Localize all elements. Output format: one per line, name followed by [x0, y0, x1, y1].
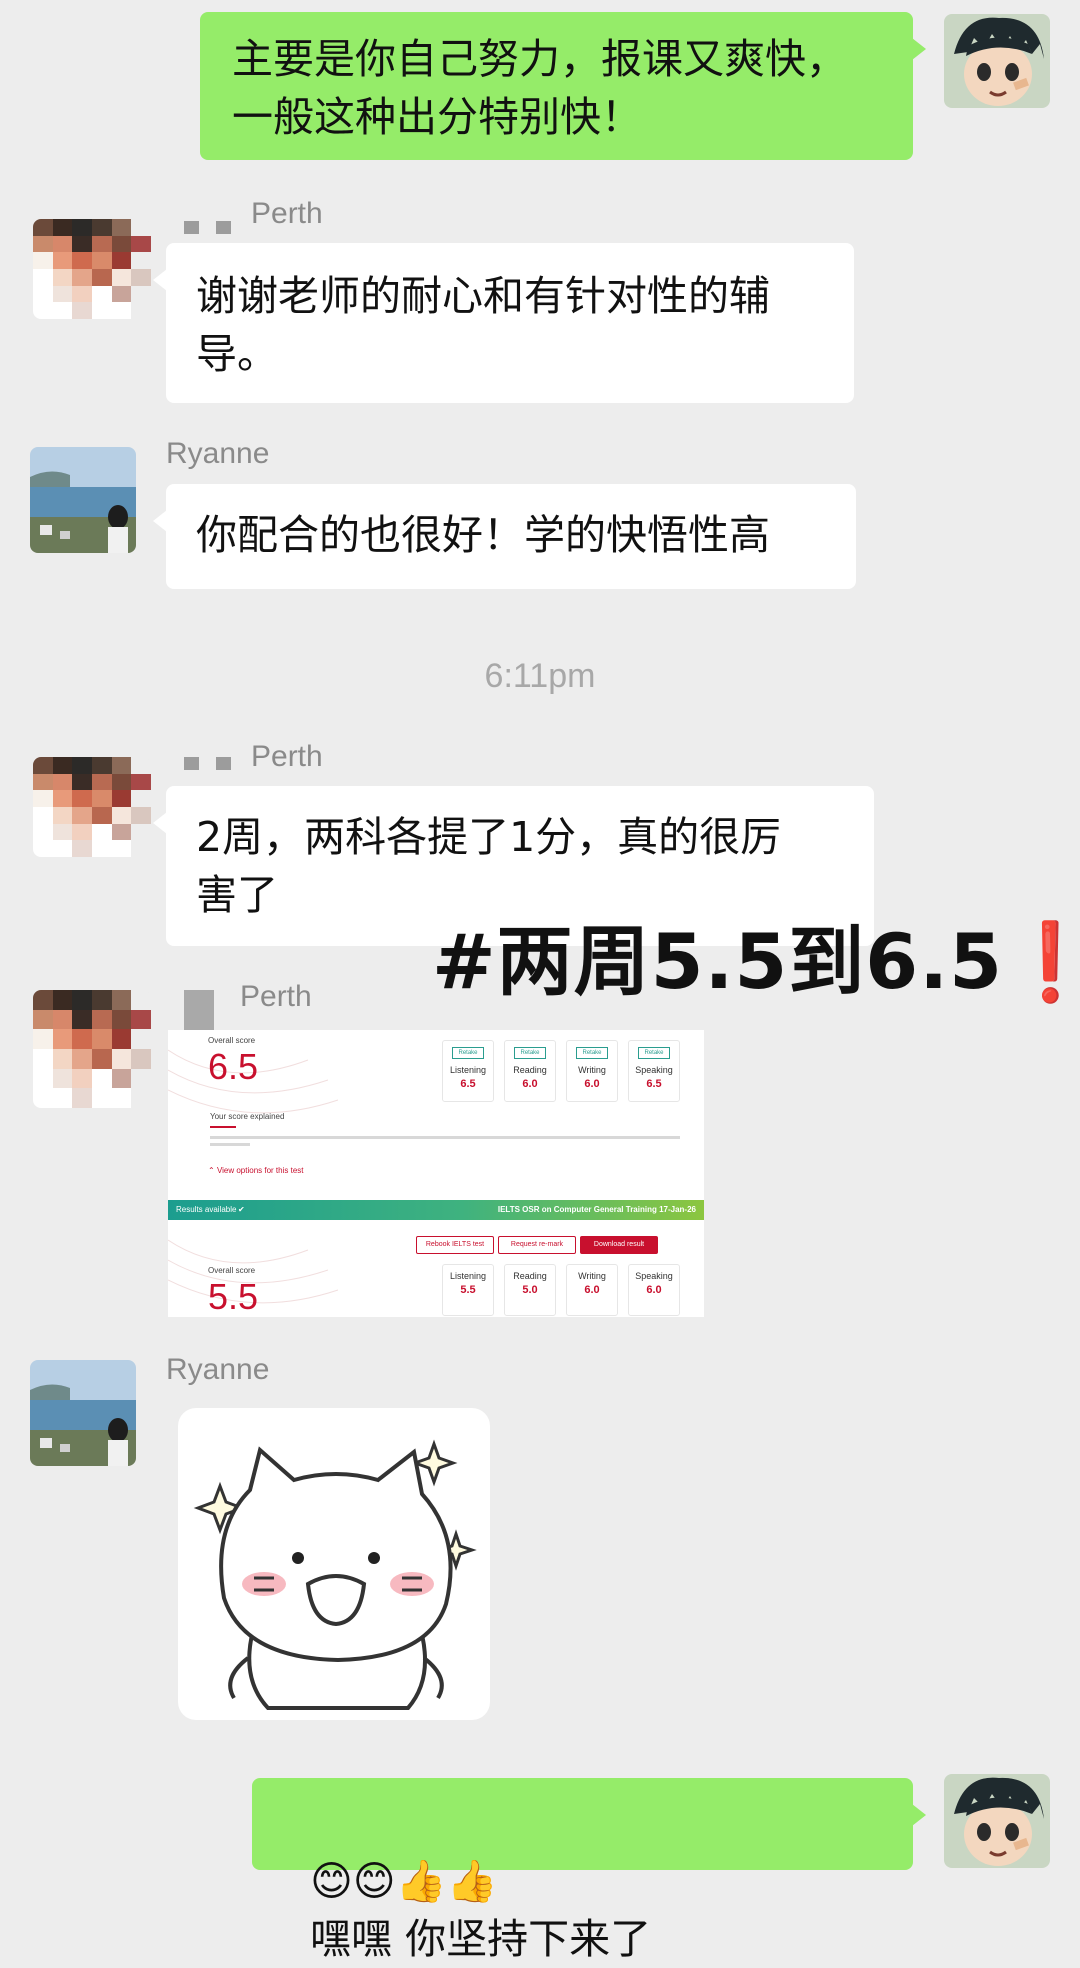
check-icon: ✔ — [238, 1205, 245, 1214]
sender-name: Perth — [251, 740, 323, 773]
sender-name: Ryanne — [166, 437, 270, 470]
chevron-up-icon: ⌃ — [208, 1166, 215, 1175]
divider — [210, 1126, 236, 1128]
download-result-button[interactable]: Download result — [580, 1236, 658, 1254]
my-avatar[interactable] — [944, 14, 1050, 108]
emoji-sequence: 😊😊👍👍 — [310, 1857, 498, 1905]
anime-boy-avatar-icon — [944, 14, 1050, 108]
rebook-button[interactable]: Rebook IELTS test — [416, 1236, 494, 1254]
skill-name: Writing — [578, 1271, 606, 1281]
skill-score: 5.0 — [522, 1284, 538, 1296]
ielts-result-screenshot[interactable]: Overall score 6.5 Retake Listening 6.5 R… — [168, 1030, 704, 1317]
retake-button[interactable]: Retake — [638, 1047, 670, 1059]
perth-avatar[interactable] — [33, 990, 151, 1108]
message-text: 嘿嘿 你坚持下来了 — [310, 1915, 652, 1963]
remark-button[interactable]: Request re-mark — [498, 1236, 576, 1254]
my-avatar[interactable] — [944, 1774, 1050, 1868]
skill-name: Speaking — [635, 1065, 673, 1075]
skill-score: 6.5 — [460, 1078, 476, 1090]
overlay-caption: #两周5.5到6.5❗ — [432, 900, 1080, 1010]
coastal-photo-avatar-icon — [30, 447, 136, 553]
overlay-caption-text: #两周5.5到6.5 — [432, 917, 1003, 1006]
skill-score: 6.5 — [646, 1078, 662, 1090]
pixel-mark-icon — [216, 757, 231, 770]
score-explained-heading: Your score explained — [210, 1112, 285, 1121]
score-speaking: Speaking 6.0 — [628, 1264, 680, 1316]
score-listening: Retake Listening 6.5 — [442, 1040, 494, 1102]
skill-score: 6.0 — [584, 1078, 600, 1090]
explanation-text-placeholder — [210, 1136, 680, 1139]
pixel-mark-icon — [184, 990, 214, 1030]
overall-score-value: 5.5 — [208, 1276, 259, 1317]
ryanne-avatar[interactable] — [30, 447, 136, 553]
overall-score-label: Overall score — [208, 1036, 256, 1045]
timestamp: 6:11pm — [484, 657, 596, 695]
pixel-mark-icon — [216, 221, 231, 234]
skill-score: 5.5 — [460, 1284, 476, 1296]
skill-name: Reading — [513, 1271, 547, 1281]
my-message-bubble[interactable]: 😊😊👍👍 嘿嘿 你坚持下来了 — [252, 1778, 926, 1963]
score-listening: Listening 5.5 — [442, 1264, 494, 1316]
skill-score: 6.0 — [584, 1284, 600, 1296]
explanation-text-placeholder — [210, 1143, 250, 1146]
skill-score: 6.0 — [522, 1078, 538, 1090]
ryanne-avatar[interactable] — [30, 1360, 136, 1466]
score-reading: Retake Reading 6.0 — [504, 1040, 556, 1102]
view-options-link[interactable]: ⌃ View options for this test — [208, 1166, 304, 1175]
anime-boy-avatar-icon — [944, 1774, 1050, 1868]
score-speaking: Retake Speaking 6.5 — [628, 1040, 680, 1102]
skill-name: Listening — [449, 1065, 487, 1075]
skill-score: 6.0 — [646, 1284, 662, 1296]
results-available-label: Results available — [176, 1205, 237, 1214]
results-header-bar: Results available ✔ IELTS OSR on Compute… — [168, 1200, 704, 1220]
sender-name: Ryanne — [166, 1353, 270, 1386]
skill-name: Reading — [513, 1065, 547, 1075]
exclamation-icon: ❗ — [1002, 917, 1080, 1006]
view-options-label: View options for this test — [216, 1166, 304, 1175]
sender-name: Perth — [240, 980, 312, 1013]
skill-name: Listening — [449, 1271, 487, 1281]
overall-score-label: Overall score — [208, 1266, 256, 1275]
retake-button[interactable]: Retake — [514, 1047, 546, 1059]
pixel-mark-icon — [184, 221, 199, 234]
cat-sticker[interactable] — [178, 1408, 490, 1720]
retake-button[interactable]: Retake — [576, 1047, 608, 1059]
score-reading: Reading 5.0 — [504, 1264, 556, 1316]
skill-name: Writing — [578, 1065, 606, 1075]
message-bubble[interactable]: 你配合的也很好！学的快悟性高 — [153, 484, 856, 589]
score-writing: Retake Writing 6.0 — [566, 1040, 618, 1102]
retake-button[interactable]: Retake — [452, 1047, 484, 1059]
coastal-photo-avatar-icon — [30, 1360, 136, 1466]
my-message-bubble[interactable]: 主要是你自己努力，报课又爽快， 一般这种出分特别快！ — [200, 12, 926, 160]
message-bubble[interactable]: 谢谢老师的耐心和有针对性的辅 导。 — [153, 243, 854, 403]
overall-score-value: 6.5 — [208, 1046, 259, 1087]
pixel-mark-icon — [184, 757, 199, 770]
perth-avatar[interactable] — [33, 219, 151, 319]
score-writing: Writing 6.0 — [566, 1264, 618, 1316]
skill-name: Speaking — [635, 1271, 673, 1281]
perth-avatar[interactable] — [33, 757, 151, 857]
sender-name: Perth — [251, 197, 323, 230]
test-title: IELTS OSR on Computer General Training 1… — [497, 1205, 696, 1214]
happy-cat-sticker-icon — [193, 1439, 477, 1710]
